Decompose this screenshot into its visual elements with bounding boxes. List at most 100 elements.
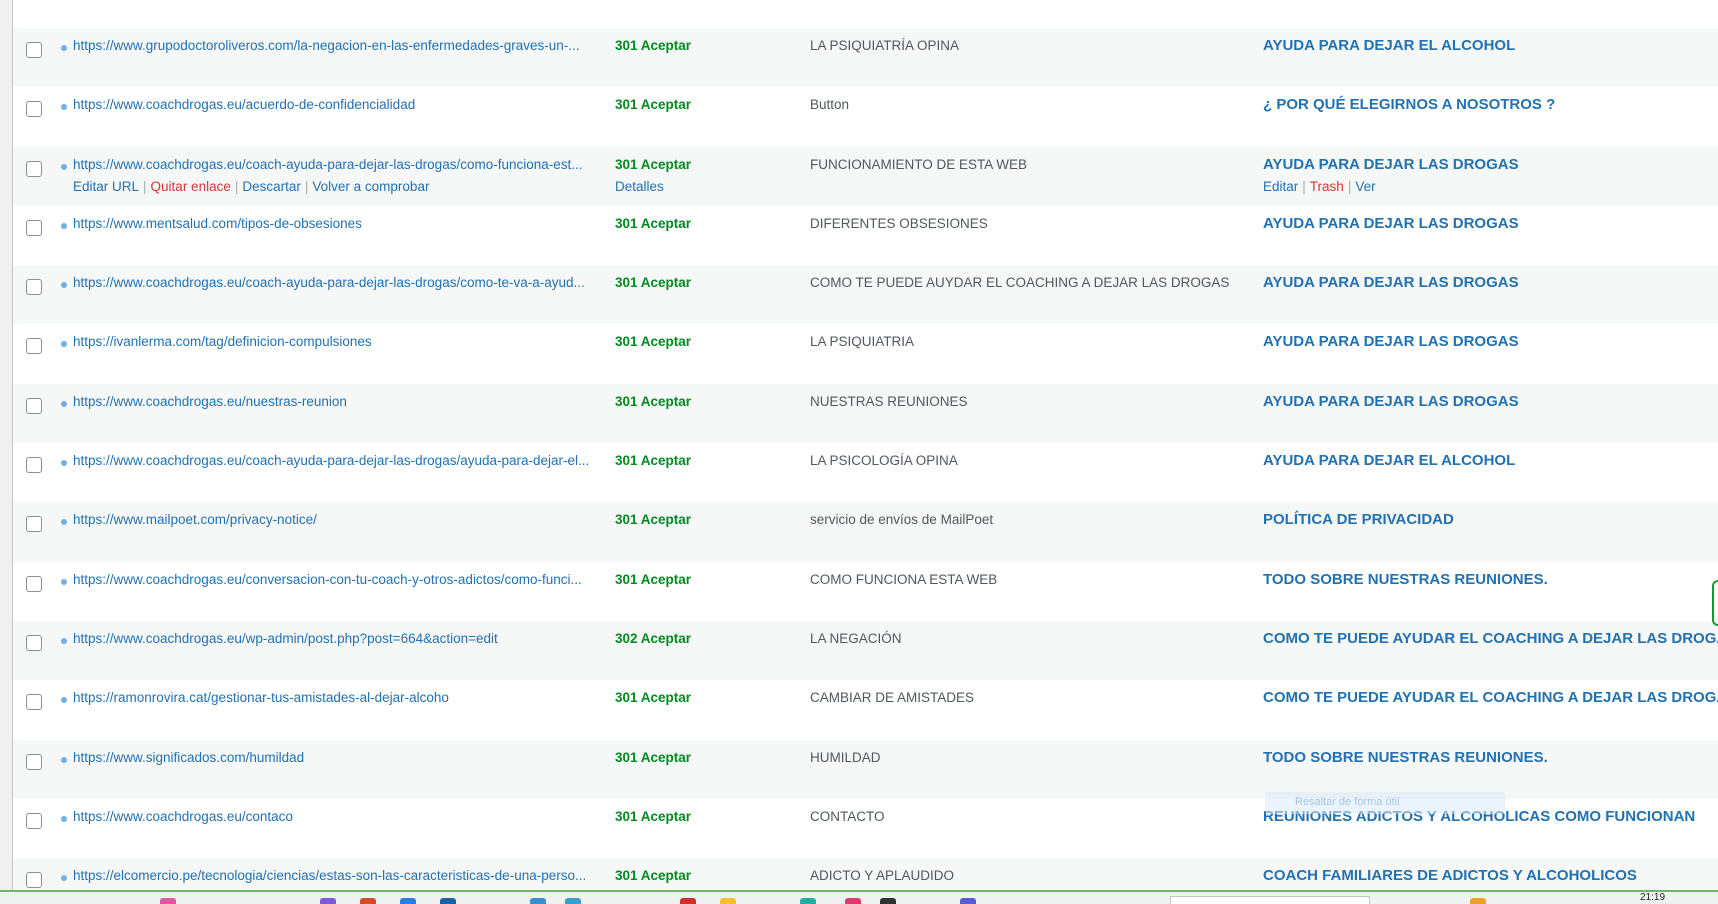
link-url[interactable]: https://ramonrovira.cat/gestionar-tus-am… xyxy=(73,690,605,705)
table-row: https://www.grupodoctoroliveros.com/la-n… xyxy=(13,28,1718,88)
link-url[interactable]: https://www.grupodoctoroliveros.com/la-n… xyxy=(73,38,605,53)
row-checkbox[interactable] xyxy=(26,338,42,355)
link-url[interactable]: https://www.mentsalud.com/tipos-de-obses… xyxy=(73,216,605,231)
table-row: https://www.mailpoet.com/privacy-notice/… xyxy=(13,502,1718,562)
row-checkbox[interactable] xyxy=(26,575,42,592)
status-code: 301 Aceptar xyxy=(615,808,692,824)
source-post-link[interactable]: TODO SOBRE NUESTRAS REUNIONES. xyxy=(1263,571,1548,588)
app-icon[interactable] xyxy=(400,898,416,904)
row-checkbox[interactable] xyxy=(26,42,42,58)
link-url[interactable]: https://www.coachdrogas.eu/coach-ayuda-p… xyxy=(73,275,605,290)
link-anchor-text: LA PSICOLOGÍA OPINA xyxy=(810,453,958,469)
app-icon[interactable] xyxy=(440,898,456,904)
row-checkbox[interactable] xyxy=(26,160,42,177)
status-code: 301 Aceptar xyxy=(615,571,692,587)
link-url[interactable]: https://www.coachdrogas.eu/wp-admin/post… xyxy=(73,631,605,646)
table-row: https://www.significados.com/humildad 301… xyxy=(13,739,1718,799)
source-post-link[interactable]: AYUDA PARA DEJAR LAS DROGAS xyxy=(1263,156,1519,173)
app-icon[interactable] xyxy=(720,898,736,904)
app-icon[interactable] xyxy=(845,898,861,904)
table-body: https://www.grupodoctoroliveros.com/la-n… xyxy=(13,28,1718,890)
row-checkbox[interactable] xyxy=(26,812,42,829)
source-post-link[interactable]: COMO TE PUEDE AYUDAR EL COACHING A DEJAR… xyxy=(1263,630,1718,647)
recheck-link[interactable]: Volver a comprobar xyxy=(312,179,429,194)
source-post-link[interactable]: AYUDA PARA DEJAR LAS DROGAS xyxy=(1263,393,1519,410)
link-url[interactable]: https://www.coachdrogas.eu/acuerdo-de-co… xyxy=(73,97,605,112)
app-icon[interactable] xyxy=(360,898,376,904)
faded-tooltip: Resaltar de forma útil xyxy=(1265,792,1505,814)
source-post-link[interactable]: COACH FAMILIARES DE ADICTOS Y ALCOHOLICO… xyxy=(1263,867,1637,884)
details-link[interactable]: Detalles xyxy=(615,179,664,194)
row-checkbox[interactable] xyxy=(26,457,42,474)
trash-post-link[interactable]: Trash xyxy=(1310,179,1344,194)
link-url[interactable]: https://elcomercio.pe/tecnologia/ciencia… xyxy=(73,868,605,883)
edit-url-link[interactable]: Editar URL xyxy=(73,179,139,194)
dismiss-link[interactable]: Descartar xyxy=(242,179,301,194)
taskbar-clock: 21:19 xyxy=(1640,892,1666,903)
link-status-dot-icon xyxy=(61,697,67,704)
row-checkbox[interactable] xyxy=(26,634,42,651)
table-row: https://www.coachdrogas.eu/coach-ayuda-p… xyxy=(13,146,1718,206)
taskbar-search-input[interactable] xyxy=(1170,896,1370,904)
row-checkbox[interactable] xyxy=(26,872,42,889)
row-checkbox[interactable] xyxy=(26,753,42,770)
source-post-link[interactable]: AYUDA PARA DEJAR LAS DROGAS xyxy=(1263,274,1519,291)
table-row: https://www.coachdrogas.eu/wp-admin/post… xyxy=(13,620,1718,681)
status-code: 301 Aceptar xyxy=(615,215,692,231)
source-post-link[interactable]: ¿ POR QUÉ ELEGIRNOS A NOSOTROS ? xyxy=(1263,96,1555,113)
separator: | xyxy=(1302,178,1306,194)
table-row: https://www.coachdrogas.eu/acuerdo-de-co… xyxy=(13,87,1718,146)
table-row: https://elcomercio.pe/tecnologia/ciencia… xyxy=(13,858,1718,890)
link-url[interactable]: https://www.coachdrogas.eu/nuestras-reun… xyxy=(73,394,605,409)
status-code: 301 Aceptar xyxy=(615,690,692,706)
row-checkbox[interactable] xyxy=(26,516,42,533)
separator: | xyxy=(143,178,147,194)
source-row-actions: Editar | Trash | Ver xyxy=(1263,179,1376,194)
source-post-link[interactable]: AYUDA PARA DEJAR EL ALCOHOL xyxy=(1263,452,1515,469)
status-code: 301 Aceptar xyxy=(615,749,692,765)
source-post-link[interactable]: AYUDA PARA DEJAR EL ALCOHOL xyxy=(1263,37,1515,54)
link-status-dot-icon xyxy=(61,341,67,348)
row-checkbox[interactable] xyxy=(26,219,42,236)
link-url[interactable]: https://www.coachdrogas.eu/contaco xyxy=(73,809,605,824)
table-row: https://ivanlerma.com/tag/definicion-com… xyxy=(13,324,1718,383)
app-icon[interactable] xyxy=(800,898,816,904)
source-post-link[interactable]: POLÍTICA DE PRIVACIDAD xyxy=(1263,511,1454,528)
status-code: 301 Aceptar xyxy=(615,868,692,884)
link-status-dot-icon xyxy=(61,460,67,467)
row-checkbox[interactable] xyxy=(26,279,42,296)
row-checkbox[interactable] xyxy=(26,694,42,711)
link-anchor-text: HUMILDAD xyxy=(810,749,881,765)
link-url[interactable]: https://www.mailpoet.com/privacy-notice/ xyxy=(73,512,605,527)
source-post-link[interactable]: COMO TE PUEDE AYUDAR EL COACHING A DEJAR… xyxy=(1263,689,1718,706)
source-post-link[interactable]: TODO SOBRE NUESTRAS REUNIONES. xyxy=(1263,749,1548,766)
link-url[interactable]: https://www.coachdrogas.eu/coach-ayuda-p… xyxy=(73,453,605,468)
app-icon[interactable] xyxy=(565,898,581,904)
link-status-dot-icon xyxy=(61,815,67,822)
app-icon[interactable] xyxy=(1470,898,1486,904)
link-status-dot-icon xyxy=(61,637,67,644)
source-post-link[interactable]: AYUDA PARA DEJAR LAS DROGAS xyxy=(1263,215,1519,232)
app-icon[interactable] xyxy=(960,898,976,904)
link-url[interactable]: https://ivanlerma.com/tag/definicion-com… xyxy=(73,334,605,349)
unlink-link[interactable]: Quitar enlace xyxy=(151,179,231,194)
link-status-dot-icon xyxy=(61,45,67,51)
table-row: https://ramonrovira.cat/gestionar-tus-am… xyxy=(13,680,1718,739)
app-icon[interactable] xyxy=(880,898,896,904)
app-icon[interactable] xyxy=(680,898,696,904)
status-code: 301 Aceptar xyxy=(615,97,692,113)
source-post-link[interactable]: AYUDA PARA DEJAR LAS DROGAS xyxy=(1263,333,1519,350)
link-status-dot-icon xyxy=(61,104,67,111)
link-anchor-text: COMO TE PUEDE AUYDAR EL COACHING A DEJAR… xyxy=(810,275,1230,291)
row-checkbox[interactable] xyxy=(26,397,42,414)
link-url[interactable]: https://www.coachdrogas.eu/conversacion-… xyxy=(73,572,605,587)
view-post-link[interactable]: Ver xyxy=(1355,179,1375,194)
app-icon[interactable] xyxy=(530,898,546,904)
link-url[interactable]: https://www.significados.com/humildad xyxy=(73,750,605,765)
link-url[interactable]: https://www.coachdrogas.eu/coach-ayuda-p… xyxy=(73,157,605,172)
app-icon[interactable] xyxy=(320,898,336,904)
row-checkbox[interactable] xyxy=(26,101,42,118)
edit-post-link[interactable]: Editar xyxy=(1263,179,1298,194)
side-feedback-tab[interactable] xyxy=(1712,580,1718,626)
app-icon[interactable] xyxy=(160,898,176,904)
